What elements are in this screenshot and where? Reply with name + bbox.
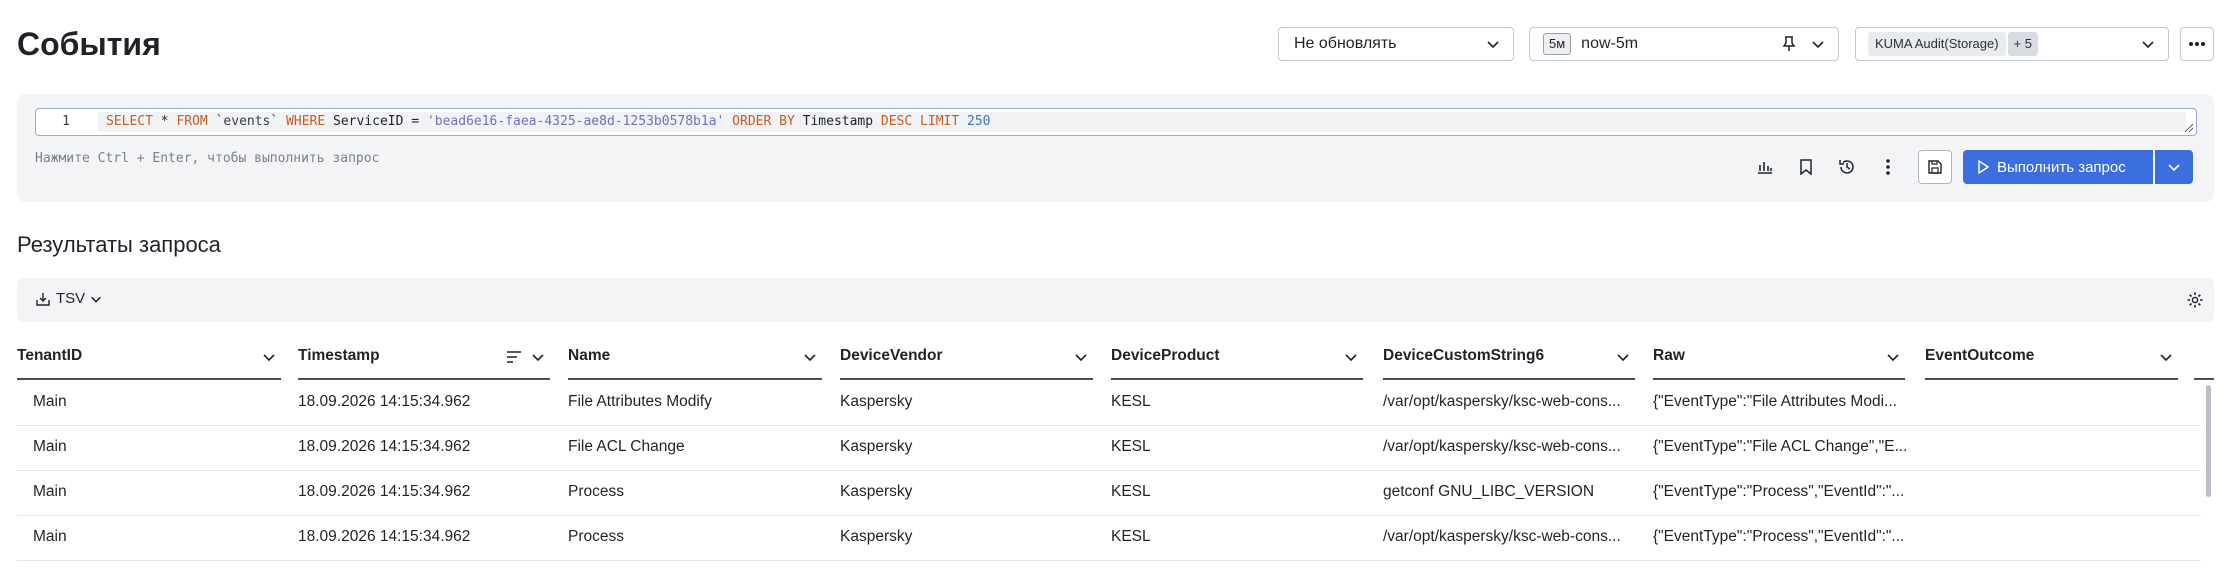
refresh-interval-select[interactable]: Не обновлять	[1278, 27, 1514, 61]
table-scrollbar-thumb[interactable]	[2206, 385, 2211, 497]
chevron-down-icon[interactable]	[1615, 349, 1631, 365]
column-header-timestamp[interactable]: Timestamp	[298, 336, 550, 380]
chevron-down-icon[interactable]	[530, 349, 546, 365]
time-range-value: now-5m	[1581, 35, 1639, 52]
column-header-tenantid[interactable]: TenantID	[17, 336, 281, 380]
query-editor[interactable]: 1 SELECT * FROM `events` WHERE ServiceID…	[35, 108, 2197, 136]
time-range-select[interactable]: 5м now-5m	[1529, 27, 1839, 61]
bookmark-icon	[1800, 159, 1812, 175]
run-query-button[interactable]: Выполнить запрос	[1963, 150, 2153, 184]
play-icon	[1978, 160, 1989, 174]
storage-extra-count: + 5	[2007, 32, 2038, 56]
history-icon	[1839, 160, 1854, 174]
bar-chart-icon	[1758, 162, 1772, 174]
pin-icon[interactable]	[1780, 35, 1798, 53]
time-range-badge: 5м	[1543, 33, 1572, 55]
chevron-down-icon	[2168, 164, 2180, 172]
column-header-eventoutcome[interactable]: EventOutcome	[1925, 336, 2178, 380]
chevron-down-icon[interactable]	[1073, 349, 1089, 365]
bookmark-button[interactable]	[1791, 152, 1821, 182]
query-panel: 1 SELECT * FROM `events` WHERE ServiceID…	[17, 94, 2214, 202]
chart-button[interactable]	[1750, 152, 1780, 182]
more-vertical-icon	[1886, 159, 1890, 175]
results-toolbar: TSV	[17, 278, 2214, 322]
column-header-name[interactable]: Name	[568, 336, 822, 380]
page-title: События	[17, 26, 161, 62]
save-icon	[1928, 160, 1942, 174]
table-row[interactable]: Main 18.09.2026 14:15:34.962 File ACL Ch…	[17, 425, 2201, 471]
storage-chip: KUMA Audit(Storage)	[1868, 32, 2006, 56]
more-options-button[interactable]	[2180, 27, 2214, 61]
run-query-label: Выполнить запрос	[1997, 158, 2126, 176]
chevron-down-icon[interactable]	[2158, 349, 2174, 365]
refresh-interval-value: Не обновлять	[1294, 35, 1397, 52]
table-row[interactable]: Main 18.09.2026 14:15:34.962 File Attrib…	[17, 380, 2201, 426]
export-format-label: TSV	[56, 290, 86, 307]
download-icon	[36, 292, 50, 306]
column-header-devicevendor[interactable]: DeviceVendor	[840, 336, 1093, 380]
history-button[interactable]	[1832, 152, 1862, 182]
column-header-devicecustomstring6[interactable]: DeviceCustomString6	[1383, 336, 1635, 380]
results-title: Результаты запроса	[17, 232, 221, 257]
chevron-down-icon[interactable]	[802, 349, 818, 365]
chevron-down-icon[interactable]	[261, 349, 277, 365]
column-header-raw[interactable]: Raw	[1653, 336, 1905, 380]
gear-icon[interactable]	[2186, 291, 2204, 309]
more-horizontal-icon	[2189, 42, 2205, 46]
storage-select[interactable]: KUMA Audit(Storage) + 5	[1855, 27, 2169, 61]
save-query-button[interactable]	[1918, 150, 1952, 184]
export-format-button[interactable]: TSV	[35, 290, 108, 307]
table-row[interactable]: Main 18.09.2026 14:15:34.962 Process Kas…	[17, 515, 2201, 561]
chevron-down-icon	[1812, 41, 1824, 49]
chevron-down-icon	[2142, 41, 2154, 49]
chevron-down-icon	[91, 296, 102, 303]
query-code[interactable]: SELECT * FROM `events` WHERE ServiceID =…	[106, 109, 991, 135]
query-menu-button[interactable]	[1873, 152, 1903, 182]
line-number: 1	[62, 114, 70, 129]
column-header-deviceproduct[interactable]: DeviceProduct	[1111, 336, 1363, 380]
query-hint: Нажмите Ctrl + Enter, чтобы выполнить за…	[35, 151, 380, 166]
run-query-dropdown-button[interactable]	[2155, 150, 2193, 184]
chevron-down-icon[interactable]	[1885, 349, 1901, 365]
resize-grip-icon[interactable]	[2184, 123, 2194, 133]
chevron-down-icon[interactable]	[1343, 349, 1359, 365]
sort-descending-icon[interactable]	[506, 350, 522, 364]
table-row[interactable]: Main 18.09.2026 14:15:34.962 Process Kas…	[17, 470, 2201, 516]
chevron-down-icon	[1487, 41, 1499, 49]
